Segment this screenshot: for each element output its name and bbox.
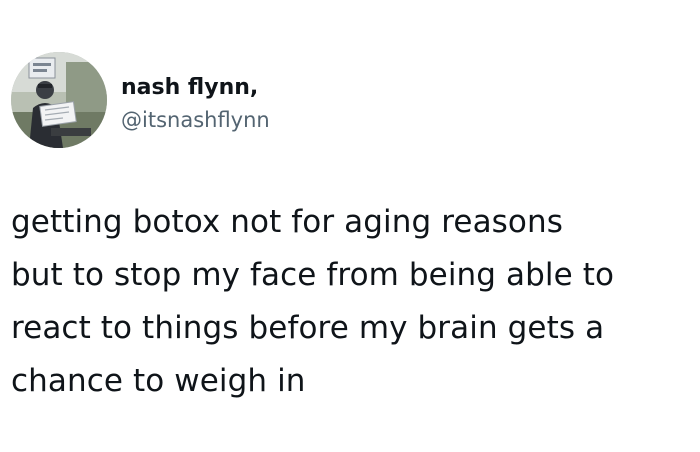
tweet-text-line: getting botox not for aging reasons [11, 204, 563, 240]
author-handle[interactable]: @itsnashflynn [121, 106, 270, 134]
avatar[interactable] [11, 52, 107, 148]
tweet-author: nash flynn, @itsnashflynn [121, 74, 270, 134]
tweet-text-line: react to things before my brain gets a [11, 310, 605, 346]
tweet-text: getting botox not for aging reasons but … [11, 196, 691, 408]
tweet-text-line: chance to weigh in [11, 363, 306, 399]
tweet-card: nash flynn, @itsnashflynn getting botox … [0, 0, 700, 452]
avatar-photo-icon [11, 52, 107, 148]
author-display-name[interactable]: nash flynn, [121, 74, 270, 102]
tweet-text-line: but to stop my face from being able to [11, 257, 615, 293]
